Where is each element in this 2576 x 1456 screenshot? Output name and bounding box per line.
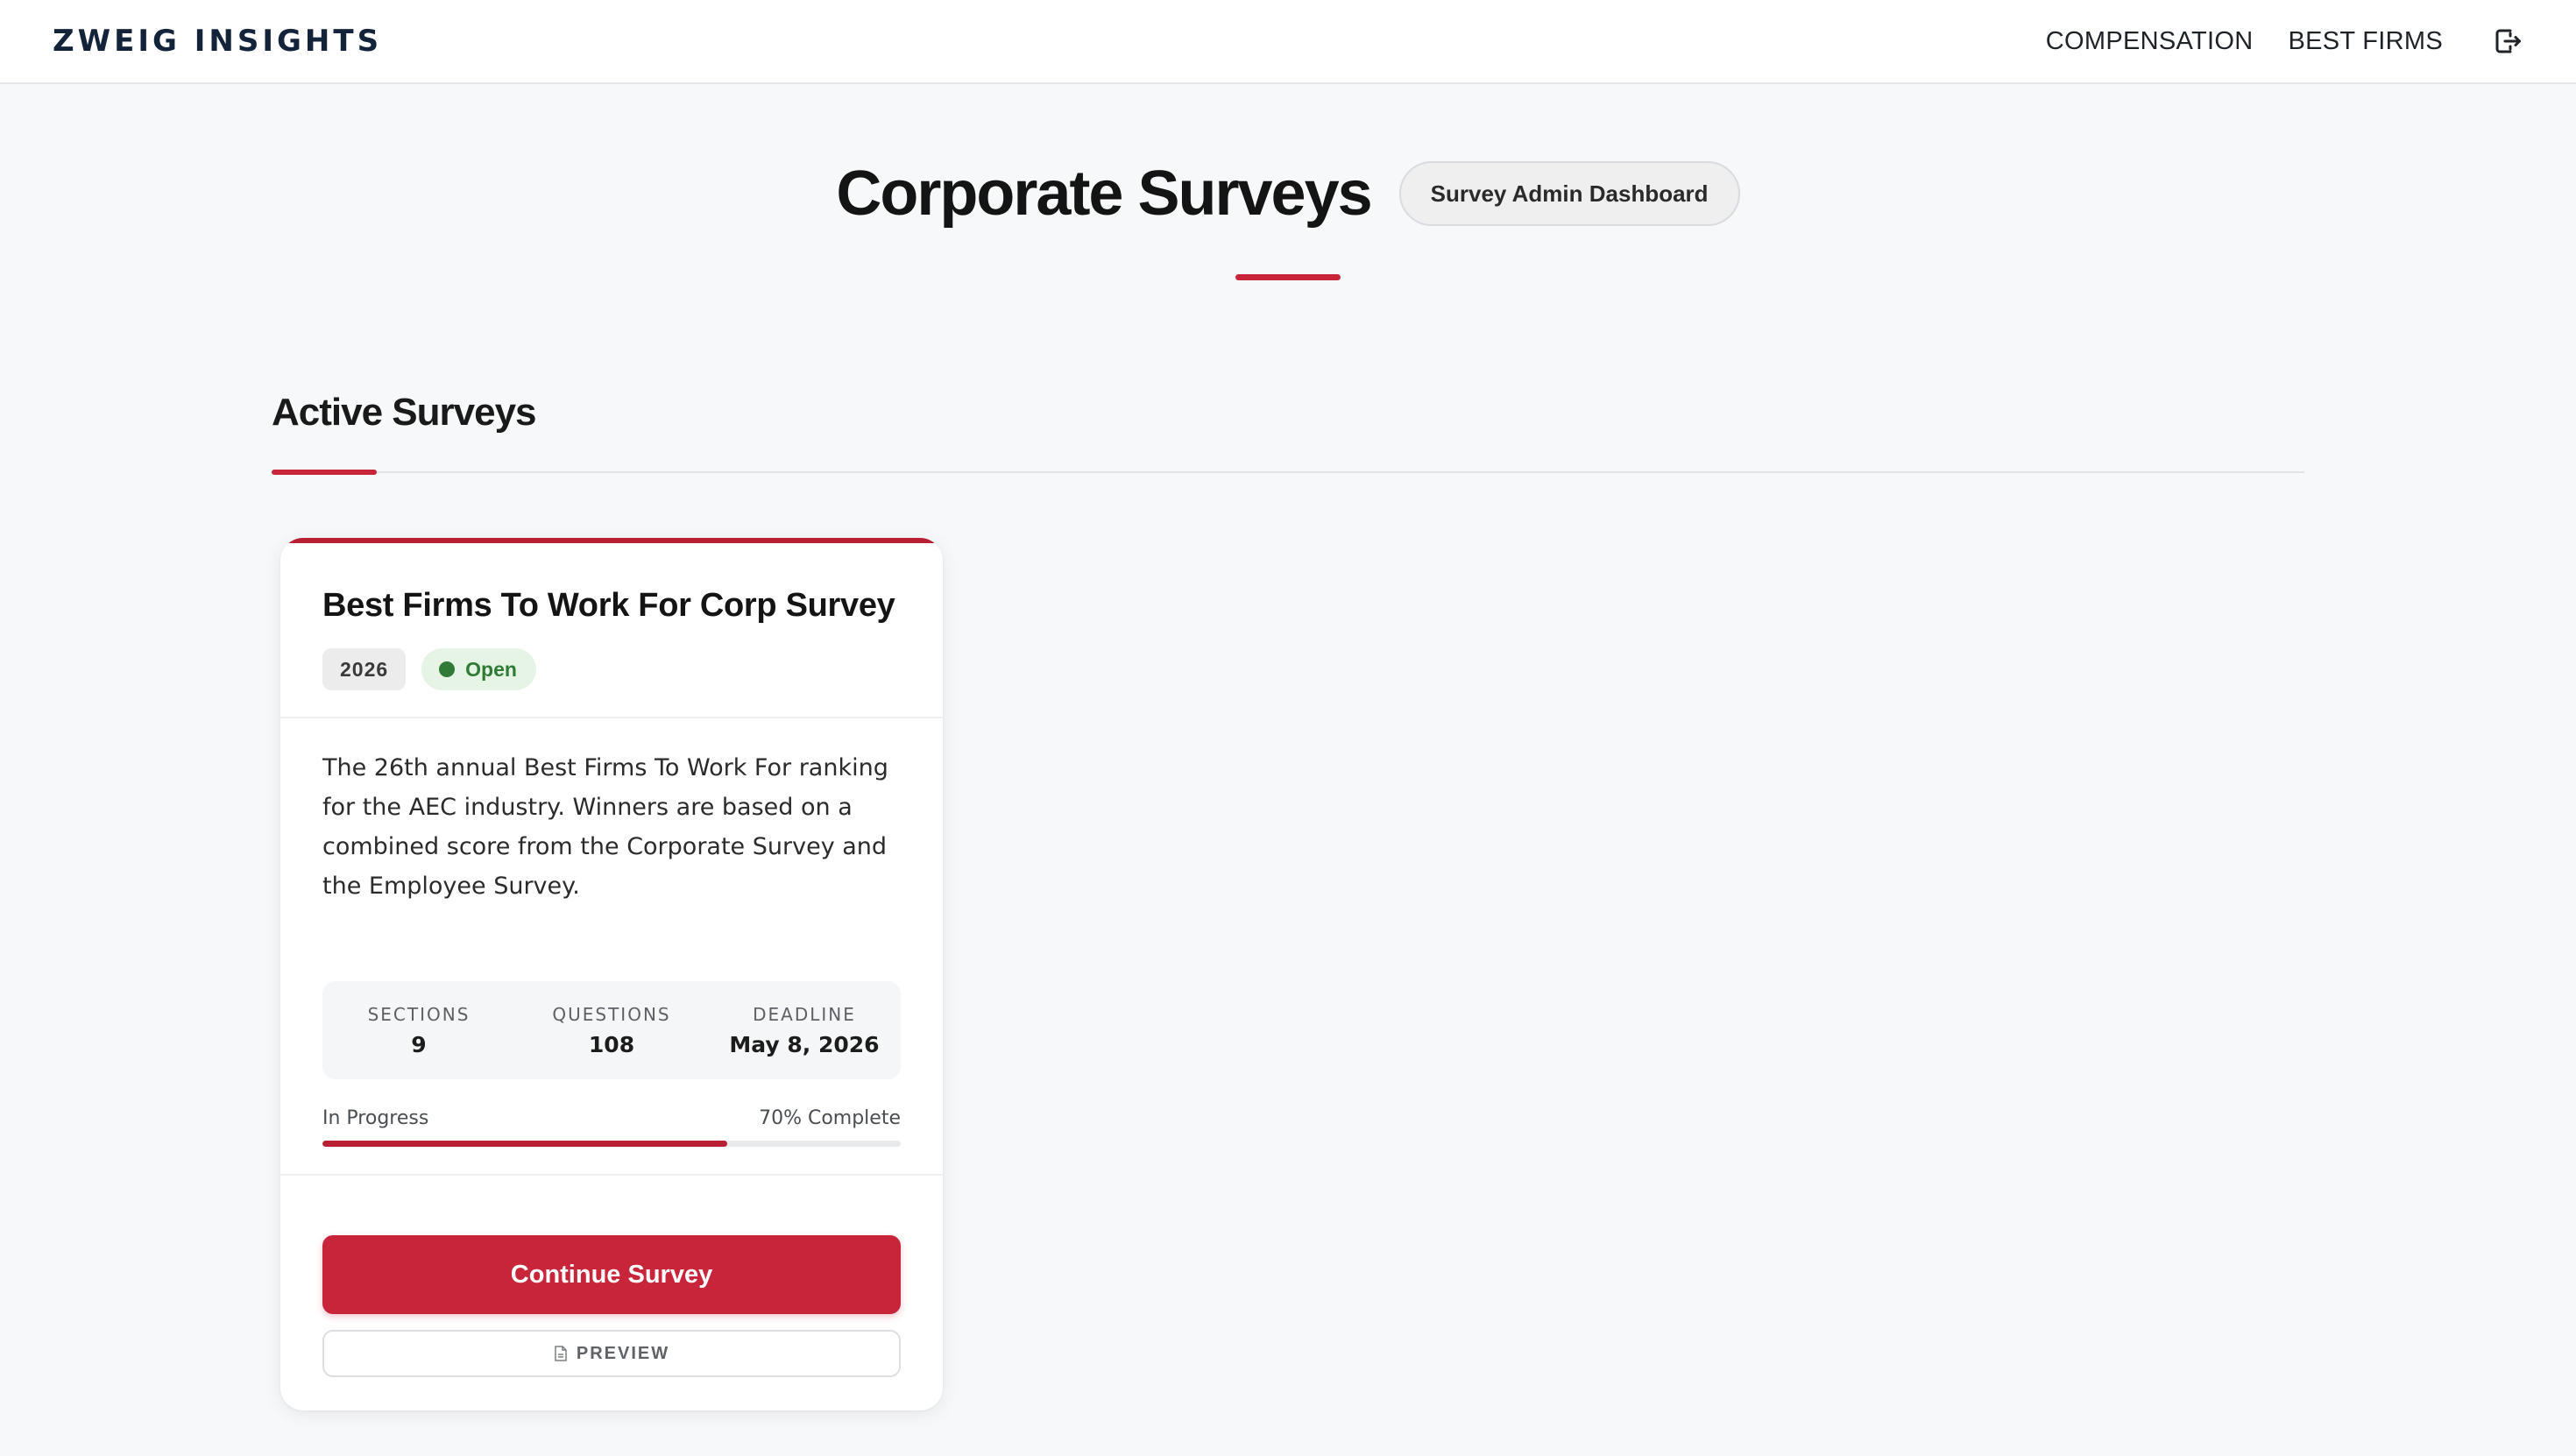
survey-admin-dashboard-button[interactable]: Survey Admin Dashboard bbox=[1398, 161, 1740, 226]
year-badge: 2026 bbox=[322, 648, 407, 690]
status-label: Open bbox=[465, 657, 517, 681]
survey-description: The 26th annual Best Firms To Work For r… bbox=[322, 754, 888, 900]
brand-logo[interactable]: ZWEIG INSIGHTS bbox=[53, 24, 382, 59]
title-underline bbox=[1235, 274, 1341, 280]
preview-label: PREVIEW bbox=[576, 1343, 670, 1363]
survey-card: Best Firms To Work For Corp Survey 2026 … bbox=[280, 538, 943, 1410]
stat-label: DEADLINE bbox=[753, 1003, 856, 1025]
survey-stats: SECTIONS 9 QUESTIONS 108 DEADLINE May 8,… bbox=[322, 981, 901, 1079]
nav-links: COMPENSATION BEST FIRMS bbox=[2046, 22, 2527, 60]
document-icon bbox=[554, 1345, 568, 1362]
status-dot-icon bbox=[439, 661, 456, 677]
page-title: Corporate Surveys bbox=[836, 159, 1372, 229]
progress-fill bbox=[322, 1141, 727, 1147]
progress-complete-label: 70% Complete bbox=[759, 1107, 901, 1129]
stat-questions: QUESTIONS 108 bbox=[515, 981, 708, 1079]
survey-badges: 2026 Open bbox=[322, 648, 536, 690]
stat-sections: SECTIONS 9 bbox=[322, 981, 515, 1079]
top-nav-bar: ZWEIG INSIGHTS COMPENSATION BEST FIRMS bbox=[0, 0, 2576, 84]
progress-labels: In Progress 70% Complete bbox=[322, 1107, 901, 1129]
progress-status-label: In Progress bbox=[322, 1107, 429, 1129]
stat-value: 108 bbox=[588, 1031, 635, 1057]
page-header: Corporate Surveys Survey Admin Dashboard bbox=[0, 158, 2576, 230]
nav-link-best-firms[interactable]: BEST FIRMS bbox=[2289, 27, 2444, 56]
section-accent bbox=[272, 470, 377, 475]
stat-deadline: DEADLINE May 8, 2026 bbox=[708, 981, 901, 1079]
status-badge: Open bbox=[421, 648, 536, 690]
section-divider bbox=[272, 471, 2304, 473]
continue-survey-button[interactable]: Continue Survey bbox=[322, 1235, 901, 1314]
stat-value: May 8, 2026 bbox=[729, 1031, 880, 1057]
stat-label: SECTIONS bbox=[367, 1003, 471, 1025]
card-divider bbox=[280, 1174, 943, 1176]
logout-icon[interactable] bbox=[2488, 22, 2527, 60]
card-header: Best Firms To Work For Corp Survey 2026 … bbox=[280, 543, 943, 718]
stat-label: QUESTIONS bbox=[552, 1003, 671, 1025]
survey-title: Best Firms To Work For Corp Survey bbox=[322, 587, 895, 624]
nav-link-compensation[interactable]: COMPENSATION bbox=[2046, 27, 2254, 56]
stat-value: 9 bbox=[411, 1031, 427, 1057]
progress-bar bbox=[322, 1141, 901, 1147]
section-title: Active Surveys bbox=[272, 391, 537, 434]
preview-button[interactable]: PREVIEW bbox=[322, 1330, 901, 1377]
